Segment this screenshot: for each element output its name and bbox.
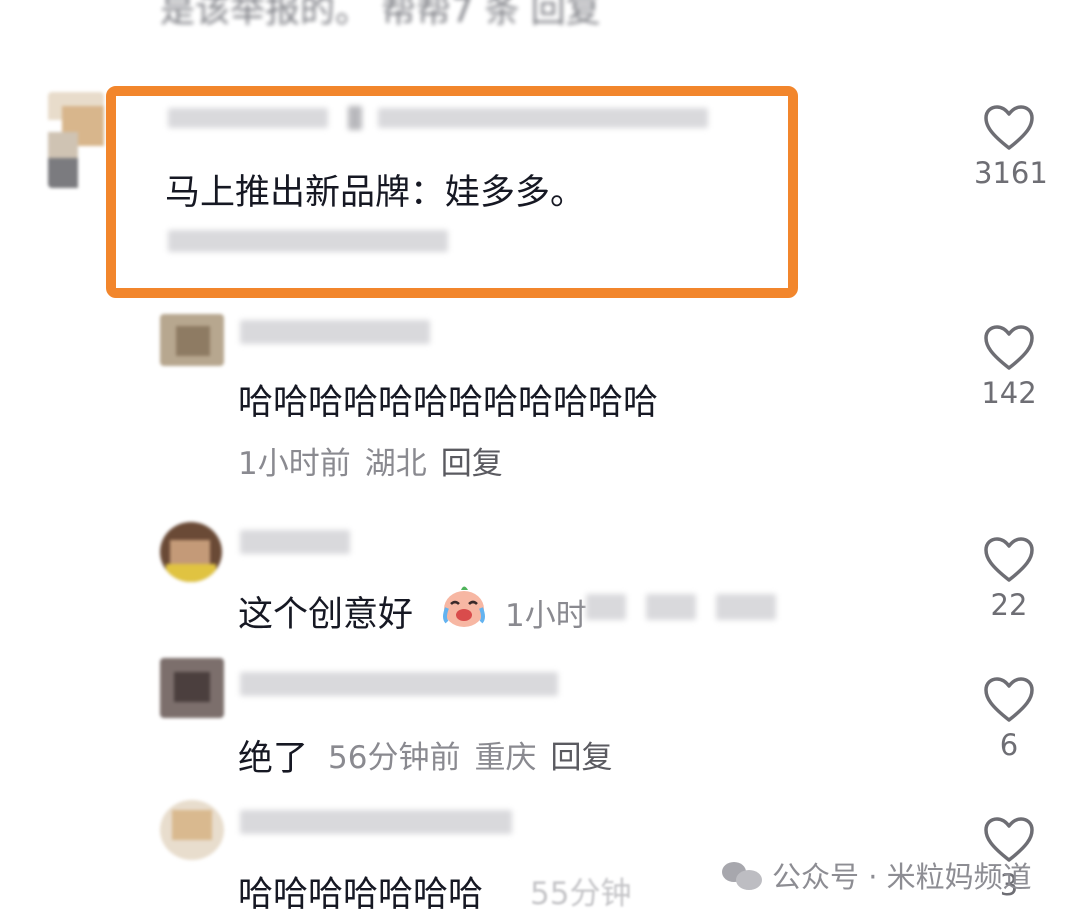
previous-comment-partial: 是该举报的。 帮帮7 条 回复 xyxy=(160,0,601,31)
watermark-text: 公众号 · 米粒妈频道 xyxy=(772,860,1032,894)
avatar[interactable] xyxy=(160,658,224,718)
wechat-icon xyxy=(722,860,762,890)
comment-text: 哈哈哈哈哈哈哈 xyxy=(238,875,484,915)
reply-button[interactable]: 回复 xyxy=(550,740,612,776)
username[interactable] xyxy=(240,528,350,556)
like-count: 3161 xyxy=(974,156,1048,190)
avatar[interactable] xyxy=(160,522,222,582)
watermark: 公众号 · 米粒妈频道 xyxy=(722,854,1032,896)
comment-time: 56分钟前 xyxy=(328,740,461,776)
comment-meta-blurred xyxy=(586,592,786,622)
like-button[interactable]: 142 xyxy=(974,324,1044,410)
heart-icon xyxy=(984,325,1034,370)
avatar[interactable] xyxy=(48,92,104,188)
like-button[interactable]: 22 xyxy=(974,536,1044,622)
comment-meta: 56分钟前 重庆 回复 xyxy=(328,732,626,777)
like-count: 22 xyxy=(990,588,1028,622)
comment-location: 湖北 xyxy=(364,446,427,482)
heart-icon xyxy=(984,105,1034,150)
heart-icon xyxy=(984,677,1034,722)
comment-location: 重庆 xyxy=(474,740,537,776)
comment-time: 1小时 xyxy=(505,598,587,634)
crying-laughing-emoji xyxy=(441,584,487,628)
avatar[interactable] xyxy=(160,800,224,860)
highlight-frame xyxy=(106,86,798,298)
comment-text: 哈哈哈哈哈哈哈哈哈哈哈哈 xyxy=(238,383,659,423)
like-count: 6 xyxy=(999,728,1019,762)
username[interactable] xyxy=(240,670,558,698)
reply-button[interactable]: 回复 xyxy=(441,446,503,482)
username[interactable] xyxy=(240,318,430,346)
comment-time: 55分钟 xyxy=(530,876,632,912)
like-button[interactable]: 3161 xyxy=(974,104,1048,190)
comment-meta: 1小时前 湖北 回复 xyxy=(238,438,517,483)
like-count: 142 xyxy=(981,376,1037,410)
comment-text: 绝了 xyxy=(238,739,309,779)
username[interactable] xyxy=(240,808,512,836)
comment-time: 1小时前 xyxy=(238,446,351,482)
avatar[interactable] xyxy=(160,314,224,366)
comment-text: 这个创意好 xyxy=(238,595,414,635)
heart-icon xyxy=(984,537,1034,582)
like-button[interactable]: 6 xyxy=(974,676,1044,762)
